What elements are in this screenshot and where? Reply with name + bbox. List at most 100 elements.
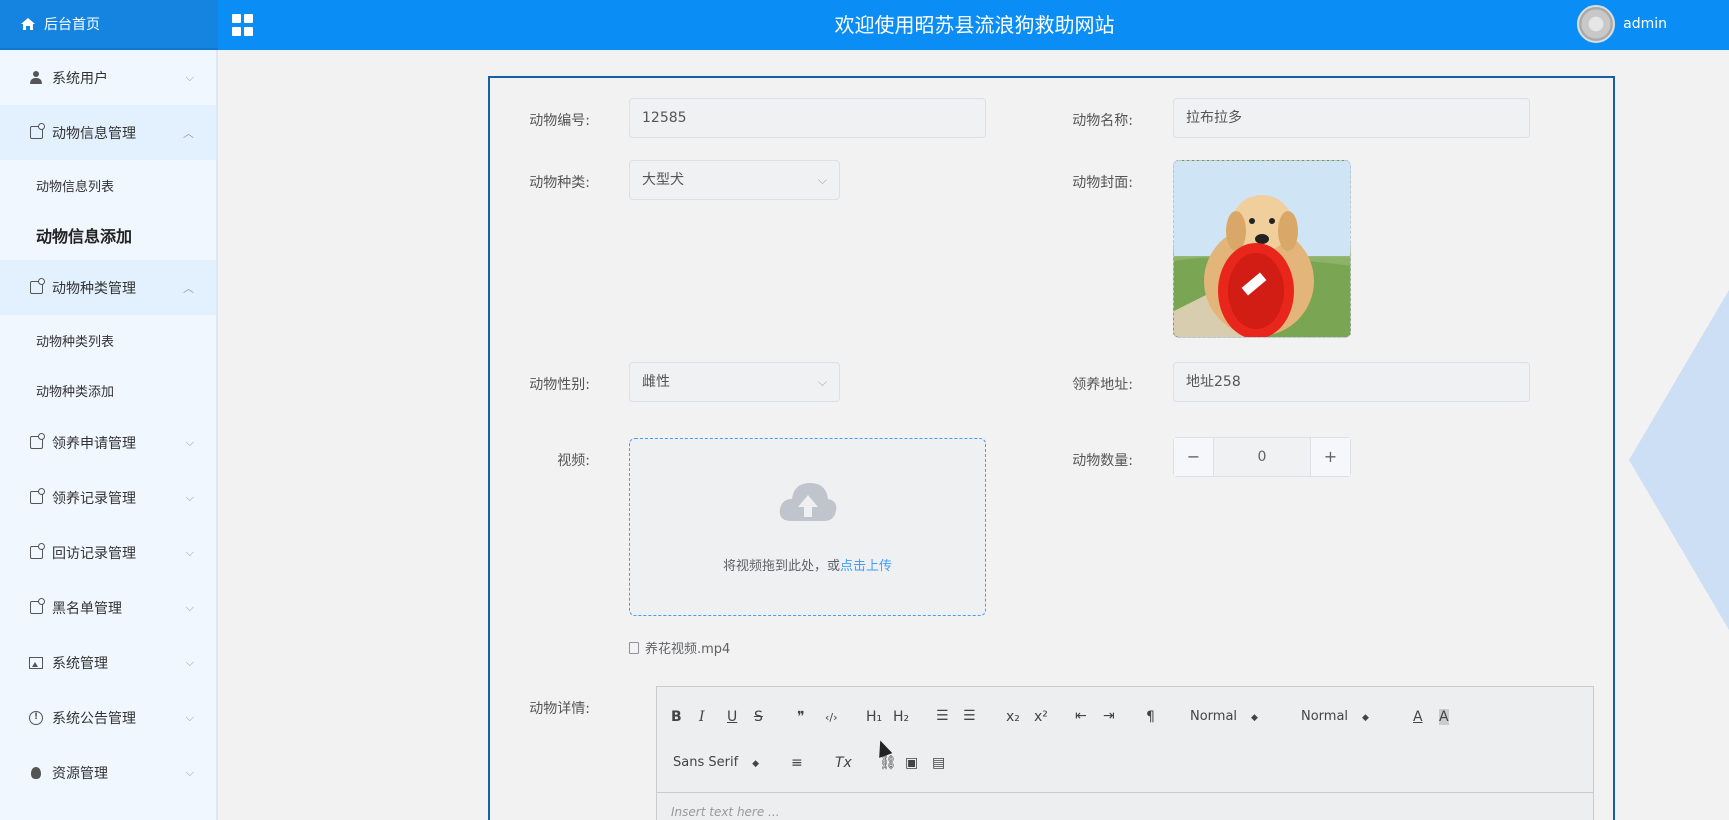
sidebar-item-system-manage[interactable]: 系统管理 ⌵ (0, 635, 216, 690)
sidebar-item-label: 动物信息管理 (52, 125, 136, 142)
animal-type-label: 动物种类: (529, 175, 590, 191)
header-select-value: Normal (1190, 709, 1238, 724)
clean-format-button[interactable]: Tx (835, 755, 852, 771)
adopt-address-input[interactable]: 地址258 (1173, 362, 1530, 402)
uploaded-file-name[interactable]: 养花视频.mp4 (645, 638, 730, 657)
bold-button[interactable]: B (671, 709, 682, 725)
sidebar-subitem-animal-type-list[interactable]: 动物种类列表 (0, 315, 216, 365)
align-icon[interactable]: ≡ (791, 755, 803, 771)
video-icon[interactable]: ▤ (932, 755, 945, 771)
chevron-down-icon: ⌵ (185, 655, 194, 669)
font-select-value: Sans Serif (673, 755, 739, 770)
sidebar-item-label: 动物种类管理 (52, 280, 136, 297)
header-2-button[interactable]: H₂ (893, 709, 909, 725)
indent-icon[interactable]: ⇥ (1103, 708, 1115, 724)
sidebar-item-label: 系统管理 (52, 655, 108, 672)
grid-icon (232, 14, 241, 23)
header-select[interactable]: Normal ◆ (1190, 709, 1258, 724)
animal-name-input[interactable]: 拉布拉多 (1173, 98, 1530, 138)
adopt-address-label: 领养地址: (1072, 377, 1133, 393)
sidebar-item-animal-type[interactable]: 动物种类管理 ︿ (0, 260, 216, 315)
superscript-button[interactable]: x² (1034, 709, 1048, 725)
chevron-down-icon: ⌵ (185, 545, 194, 559)
subscript-button[interactable]: x₂ (1006, 709, 1020, 725)
grid-icon-cell (244, 26, 253, 36)
chevron-down-icon: ⌵ (185, 765, 194, 779)
select-arrows-icon: ◆ (752, 759, 760, 769)
font-select[interactable]: Sans Serif ◆ (673, 755, 759, 770)
code-block-button[interactable]: ‹/› (825, 711, 838, 724)
username[interactable]: admin (1623, 16, 1667, 32)
background-decoration (1629, 290, 1729, 630)
sidebar-item-announcement[interactable]: ! 系统公告管理 ⌵ (0, 690, 216, 745)
tag-icon (29, 123, 45, 139)
header-1-button[interactable]: H₁ (866, 709, 882, 725)
italic-button[interactable]: I (699, 709, 705, 725)
sidebar-item-animal-info[interactable]: 动物信息管理 ︿ (0, 105, 216, 160)
sidebar-subitem-label: 动物信息添加 (36, 227, 133, 246)
bulb-icon (31, 766, 41, 779)
size-select-value: Normal (1301, 709, 1349, 724)
animal-gender-select[interactable]: 雌性 ⌵ (629, 362, 840, 402)
avatar[interactable] (1577, 5, 1616, 43)
select-arrows-icon: ◆ (1251, 713, 1258, 723)
dog-photo (1174, 161, 1350, 337)
increment-button[interactable]: + (1310, 438, 1350, 476)
video-label: 视频: (557, 453, 590, 469)
sidebar-item-system-users[interactable]: 系统用户 ⌵ (0, 50, 216, 105)
animal-count-value[interactable]: 0 (1214, 438, 1310, 476)
blockquote-button[interactable]: ❞ (797, 709, 805, 725)
chevron-down-icon: ⌵ (185, 435, 194, 449)
editor-toolbar: B I U S ❞ ‹/› H₁ H₂ ☰ ☰ x₂ x² ⇤ ⇥ ¶ Norm… (657, 687, 1593, 793)
text-direction-icon[interactable]: ¶ (1146, 709, 1155, 725)
strike-button[interactable]: S (754, 709, 763, 725)
ordered-list-icon[interactable]: ☰ (936, 708, 949, 724)
sidebar-subitem-animal-type-add[interactable]: 动物种类添加 (0, 365, 216, 415)
text-color-icon[interactable]: A (1413, 709, 1423, 725)
animal-gender-label: 动物性别: (529, 377, 590, 393)
sidebar-subitem-animal-info-list[interactable]: 动物信息列表 (0, 160, 216, 210)
grid-icon-cell (232, 26, 241, 36)
sidebar-item-adopt-apply[interactable]: 领养申请管理 ⌵ (0, 415, 216, 470)
sidebar-item-label: 系统用户 (52, 70, 108, 87)
underline-button[interactable]: U (727, 709, 737, 725)
sidebar-item-label: 黑名单管理 (52, 600, 122, 617)
sidebar-item-label: 系统公告管理 (52, 710, 136, 727)
menu-toggle-button[interactable] (232, 14, 254, 36)
upload-hint-text: 将视频拖到此处，或 (722, 559, 840, 574)
animal-id-input[interactable]: 12585 (629, 98, 986, 138)
sidebar-item-label: 回访记录管理 (52, 545, 136, 562)
sidebar-item-visit-record[interactable]: 回访记录管理 ⌵ (0, 525, 216, 580)
image-icon (29, 656, 43, 669)
sidebar-subitem-label: 动物种类列表 (36, 334, 115, 350)
animal-name-label: 动物名称: (1072, 113, 1133, 129)
sidebar-item-blacklist[interactable]: 黑名单管理 ⌵ (0, 580, 216, 635)
upload-hint: 将视频拖到此处，或点击上传 (630, 555, 985, 574)
bullet-list-icon[interactable]: ☰ (963, 708, 976, 724)
image-icon[interactable]: ▣ (905, 755, 918, 771)
sidebar-subitem-animal-info-add[interactable]: 动物信息添加 (0, 210, 216, 260)
video-upload-dropzone[interactable]: 将视频拖到此处，或点击上传 (629, 438, 986, 616)
sidebar-item-resources[interactable]: 资源管理 ⌵ (0, 745, 216, 800)
link-icon[interactable]: ⛓ (879, 755, 897, 771)
tag-icon (29, 488, 45, 504)
click-upload-link[interactable]: 点击上传 (840, 559, 892, 574)
top-bar: 后台首页 欢迎使用昭苏县流浪狗救助网站 admin (0, 0, 1729, 50)
animal-cover-upload[interactable] (1173, 160, 1351, 338)
size-select[interactable]: Normal ◆ (1301, 709, 1369, 724)
animal-type-select[interactable]: 大型犬 ⌵ (629, 160, 840, 200)
sidebar-item-label: 领养申请管理 (52, 435, 136, 452)
editor-placeholder[interactable]: Insert text here ... (671, 805, 780, 819)
user-menu[interactable]: admin (1577, 5, 1667, 43)
select-arrows-icon: ◆ (1362, 713, 1369, 723)
uploaded-file-item[interactable]: 养花视频.mp4 (629, 638, 730, 657)
site-title: 欢迎使用昭苏县流浪狗救助网站 (834, 13, 1115, 37)
sidebar-item-adopt-record[interactable]: 领养记录管理 ⌵ (0, 470, 216, 525)
home-link[interactable]: 后台首页 (0, 0, 218, 50)
background-color-icon[interactable]: A (1439, 709, 1449, 725)
chevron-down-icon: ⌵ (185, 710, 194, 724)
decrement-button[interactable]: − (1174, 438, 1214, 476)
outdent-icon[interactable]: ⇤ (1075, 708, 1087, 724)
document-icon (629, 641, 639, 654)
animal-gender-value: 雌性 (642, 374, 670, 390)
